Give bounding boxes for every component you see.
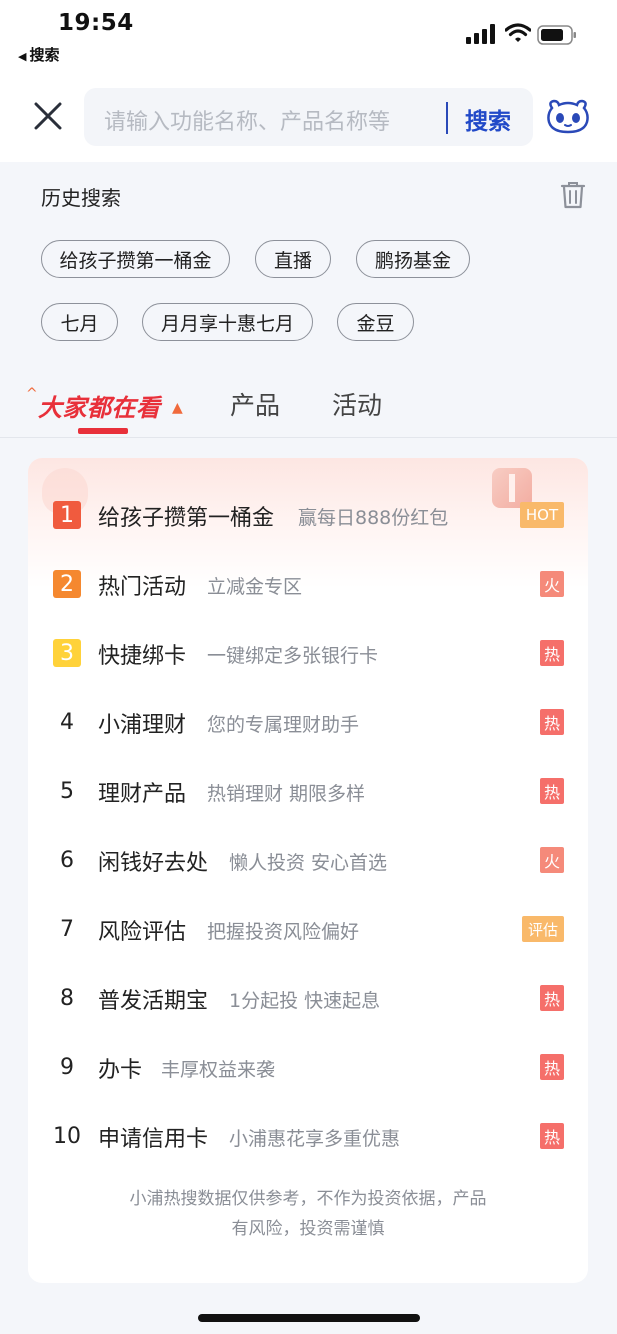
battery-icon (537, 25, 576, 45)
row-subtitle: 立减金专区 (207, 576, 303, 598)
row-subtitle: 一键绑定多张银行卡 (207, 645, 379, 667)
rank-number: 7 (60, 916, 74, 942)
history-chip[interactable]: 鹏扬基金 (356, 240, 470, 278)
flame-icon: ^ (26, 386, 38, 402)
row-subtitle: 赢每日888份红包 (298, 507, 449, 529)
row-subtitle: 懒人投资 安心首选 (229, 852, 388, 874)
row-subtitle: 小浦惠花享多重优惠 (229, 1128, 401, 1150)
row-subtitle: 丰厚权益来袭 (161, 1059, 276, 1081)
rank-badge: 1 (53, 501, 81, 529)
row-title: 闲钱好去处 (98, 851, 209, 876)
fire-badge: 火 (540, 571, 564, 597)
heat-badge: 热 (540, 1123, 564, 1149)
heat-badge: 热 (540, 985, 564, 1011)
history-chip[interactable]: 直播 (255, 240, 331, 278)
trash-icon[interactable] (560, 180, 586, 210)
search-button[interactable]: 搜索 (465, 102, 511, 136)
rank-number: 8 (60, 985, 74, 1011)
history-title: 历史搜索 (41, 186, 121, 210)
disclaimer-text: 小浦热搜数据仅供参考，不作为投资依据，产品有风险，投资需谨慎 (129, 1189, 487, 1239)
trending-row[interactable]: 4 小浦理财 您的专属理财助手 热 (28, 693, 588, 753)
back-to-app-link[interactable]: ◀ 搜索 (18, 44, 59, 65)
row-title: 快捷绑卡 (98, 644, 187, 669)
history-chip[interactable]: 七月 (41, 303, 118, 341)
rank-number: 6 (60, 847, 74, 873)
category-tabs: ^ 大家都在看 ▲ 产品 活动 (0, 382, 617, 438)
status-time: 19:54 (58, 10, 134, 36)
trending-row[interactable]: 3 快捷绑卡 一键绑定多张银行卡 热 (28, 624, 588, 684)
active-tab-indicator (78, 428, 128, 434)
status-bar: 19:54 ◀ 搜索 (0, 0, 617, 70)
row-title: 办卡 (98, 1058, 143, 1083)
heat-badge: 热 (540, 1054, 564, 1080)
trending-row[interactable]: 6 闲钱好去处 懒人投资 安心首选 火 (28, 831, 588, 891)
heat-badge: 热 (540, 778, 564, 804)
row-subtitle: 您的专属理财助手 (207, 714, 360, 736)
search-input[interactable]: 请输入功能名称、产品名称等 搜索 (84, 88, 533, 146)
row-subtitle: 热销理财 期限多样 (207, 783, 366, 805)
row-title: 风险评估 (98, 920, 187, 945)
tab-activities[interactable]: 活动 (332, 386, 382, 422)
close-icon[interactable] (32, 100, 64, 132)
rank-badge: 2 (53, 570, 81, 598)
trending-list-card: 1 给孩子攒第一桶金 赢每日888份红包 HOT 2 热门活动 立减金专区 火 … (28, 458, 588, 1283)
back-triangle-icon: ◀ (18, 50, 27, 63)
row-subtitle: 把握投资风险偏好 (207, 921, 360, 943)
history-chip[interactable]: 金豆 (337, 303, 414, 341)
hot-badge: HOT (520, 502, 564, 528)
row-title: 申请信用卡 (98, 1127, 209, 1152)
row-title: 普发活期宝 (98, 989, 209, 1014)
rank-number: 9 (60, 1054, 74, 1080)
search-header: 请输入功能名称、产品名称等 搜索 (0, 70, 617, 162)
search-history: 历史搜索 给孩子攒第一桶金 直播 鹏扬基金 七月 月月享十惠七月 金豆 (0, 162, 617, 382)
row-title: 热门活动 (98, 575, 187, 600)
flame-icon: ▲ (172, 400, 183, 416)
trending-row[interactable]: 10 申请信用卡 小浦惠花享多重优惠 热 (28, 1107, 588, 1167)
tab-trending-label: 大家都在看 (38, 394, 161, 422)
trending-row[interactable]: 7 风险评估 把握投资风险偏好 评估 (28, 900, 588, 960)
tab-trending[interactable]: ^ 大家都在看 ▲ (26, 384, 186, 424)
row-title: 给孩子攒第一桶金 (98, 506, 275, 531)
rank-badge: 3 (53, 639, 81, 667)
assessment-badge: 评估 (522, 916, 564, 942)
rank-number: 10 (53, 1123, 81, 1149)
row-title: 理财产品 (98, 782, 187, 807)
history-chip[interactable]: 给孩子攒第一桶金 (41, 240, 230, 278)
trending-row[interactable]: 1 给孩子攒第一桶金 赢每日888份红包 HOT (28, 486, 588, 546)
rank-number: 4 (60, 709, 74, 735)
wifi-icon (505, 23, 531, 42)
search-divider (446, 102, 448, 134)
cellular-signal-icon (466, 24, 495, 44)
search-placeholder: 请输入功能名称、产品名称等 (104, 110, 391, 135)
trending-row[interactable]: 2 热门活动 立减金专区 火 (28, 555, 588, 615)
heat-badge: 热 (540, 709, 564, 735)
row-title: 小浦理财 (98, 713, 187, 738)
row-subtitle: 1分起投 快速起息 (229, 990, 381, 1012)
history-chip[interactable]: 月月享十惠七月 (142, 303, 313, 341)
heat-badge: 热 (540, 640, 564, 666)
rank-number: 5 (60, 778, 74, 804)
trending-row[interactable]: 5 理财产品 热销理财 期限多样 热 (28, 762, 588, 822)
tab-products[interactable]: 产品 (230, 386, 280, 422)
back-app-label: 搜索 (29, 46, 60, 64)
trending-row[interactable]: 9 办卡 丰厚权益来袭 热 (28, 1038, 588, 1098)
fire-badge: 火 (540, 847, 564, 873)
trending-row[interactable]: 8 普发活期宝 1分起投 快速起息 热 (28, 969, 588, 1029)
panda-icon[interactable] (546, 98, 590, 134)
home-indicator[interactable] (198, 1314, 420, 1322)
